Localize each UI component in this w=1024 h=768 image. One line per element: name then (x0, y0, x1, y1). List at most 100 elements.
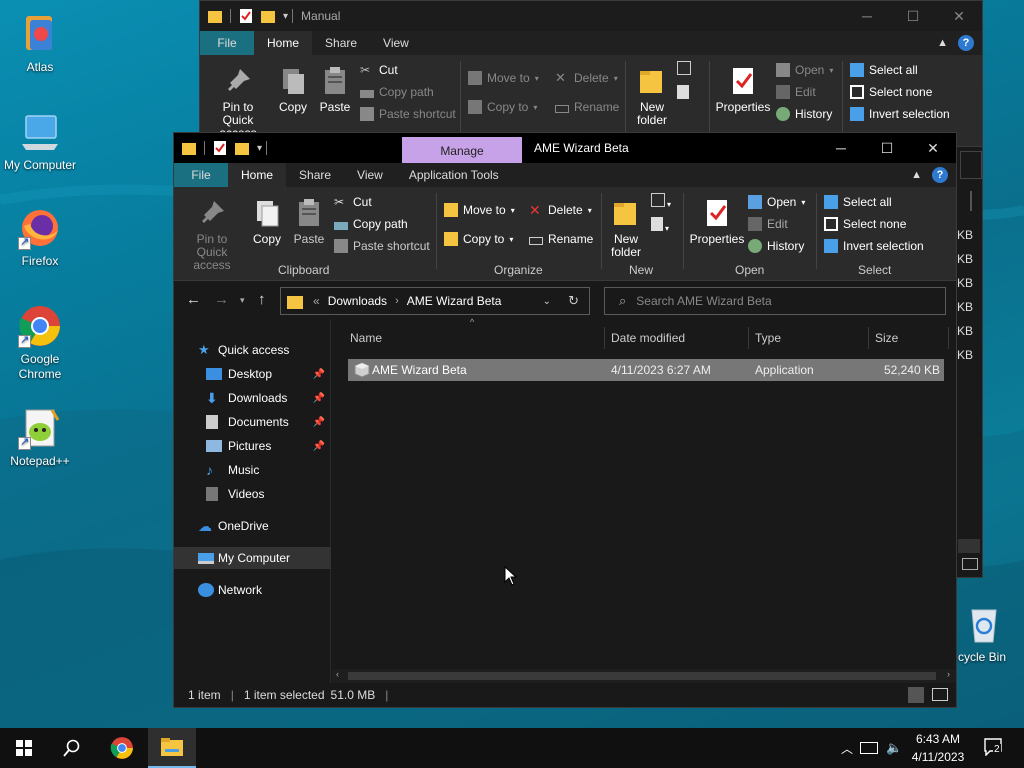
title-bar[interactable]: ▾ Manage AME Wizard Beta ─ ☐ ✕ (174, 133, 956, 163)
tab-manage[interactable]: Manage (402, 137, 522, 163)
desktop-icon-firefox[interactable]: Firefox (0, 206, 80, 268)
address-dropdown-icon[interactable]: ⌄ (543, 296, 551, 307)
minimize-button[interactable]: ─ (844, 1, 890, 31)
recent-dropdown-icon[interactable]: ▾ (240, 295, 245, 306)
title-bar[interactable]: ▾ Manual ─ ☐ ✕ (200, 1, 982, 31)
open-button[interactable]: Open ▾ (776, 61, 833, 79)
paste-button[interactable]: Paste (318, 65, 352, 114)
minimize-button[interactable]: ─ (818, 133, 864, 163)
show-hidden-icons-icon[interactable]: ︿ (838, 740, 856, 757)
delete-button[interactable]: ✕ Delete ▾ (529, 201, 592, 219)
cut-button[interactable]: ✂ Cut (334, 193, 372, 211)
search-button[interactable] (48, 728, 96, 768)
taskbar-chrome[interactable] (98, 728, 146, 768)
maximize-button[interactable]: ☐ (890, 1, 936, 31)
desktop-icon-notepadpp[interactable]: Notepad++ (0, 406, 80, 468)
up-arrow-icon[interactable]: ↑ (258, 291, 266, 308)
open-button[interactable]: Open ▾ (748, 193, 805, 211)
back-hscroll[interactable] (958, 539, 980, 553)
select-all-button[interactable]: Select all (850, 61, 918, 79)
move-to-button[interactable]: Move to ▾ (468, 69, 539, 87)
nav-music[interactable]: ♪ Music (174, 459, 331, 481)
column-header-type[interactable]: Type (755, 327, 781, 349)
desktop-icon-my-computer[interactable]: My Computer (0, 110, 80, 172)
invert-selection-button[interactable]: Invert selection (850, 105, 950, 123)
close-button[interactable]: ✕ (910, 133, 956, 163)
tab-home[interactable]: Home (254, 31, 313, 55)
explorer-window-ame-wizard[interactable]: ▾ Manage AME Wizard Beta ─ ☐ ✕ File Home… (173, 132, 957, 708)
breadcrumb-overflow[interactable]: « (313, 294, 320, 308)
paste-button[interactable]: Paste (292, 197, 326, 246)
network-icon[interactable] (860, 742, 878, 754)
forward-arrow-icon[interactable]: → (214, 291, 229, 308)
copy-path-button[interactable]: Copy path (360, 83, 434, 101)
delete-button[interactable]: ✕ Delete ▾ (555, 69, 618, 87)
nav-videos[interactable]: Videos (174, 483, 331, 505)
pin-quick-access-button[interactable]: Pin to Quick access (206, 65, 270, 140)
nav-pictures[interactable]: Pictures 📌 (174, 435, 331, 457)
collapse-ribbon-icon[interactable]: ▲ (937, 37, 948, 49)
help-icon[interactable]: ? (932, 167, 948, 183)
select-none-button[interactable]: Select none (850, 83, 932, 101)
new-folder-button[interactable]: New folder (606, 197, 646, 259)
tab-file[interactable]: File (174, 163, 228, 187)
new-item-button[interactable]: ▾ (651, 193, 671, 210)
tab-view[interactable]: View (344, 163, 396, 187)
tab-application-tools[interactable]: Application Tools (395, 163, 512, 187)
new-folder-qa-icon[interactable] (261, 8, 275, 24)
copy-to-button[interactable]: Copy to ▾ (444, 230, 513, 248)
address-field[interactable]: « Downloads › AME Wizard Beta ⌄ ↻ (280, 287, 590, 315)
horizontal-scrollbar[interactable]: ‹ › (332, 669, 956, 683)
pin-quick-access-button[interactable]: Pin to Quick access (180, 197, 244, 272)
rename-button[interactable]: Rename (555, 98, 619, 116)
collapse-ribbon-icon[interactable]: ▲ (911, 169, 922, 181)
rename-button[interactable]: Rename (529, 230, 593, 248)
invert-selection-button[interactable]: Invert selection (824, 237, 924, 255)
tab-view[interactable]: View (370, 31, 422, 55)
column-header-size[interactable]: Size (875, 327, 898, 349)
copy-path-button[interactable]: Copy path (334, 215, 408, 233)
move-to-button[interactable]: Move to ▾ (444, 201, 515, 219)
edit-button[interactable]: Edit (748, 215, 788, 233)
search-box[interactable]: ⌕ Search AME Wizard Beta (604, 287, 946, 315)
select-none-button[interactable]: Select none (824, 215, 906, 233)
maximize-button[interactable]: ☐ (864, 133, 910, 163)
breadcrumb-separator-icon[interactable]: › (395, 295, 399, 307)
column-header-date[interactable]: Date modified (611, 327, 685, 349)
copy-button[interactable]: Copy (250, 197, 284, 246)
properties-button[interactable]: Properties (689, 197, 745, 246)
nav-my-computer[interactable]: My Computer (174, 547, 331, 569)
properties-qa-icon[interactable] (239, 8, 253, 24)
qa-dropdown-icon[interactable]: ▾ (257, 143, 262, 154)
tab-share[interactable]: Share (312, 31, 370, 55)
edit-button[interactable]: Edit (776, 83, 816, 101)
breadcrumb-ame-wizard-beta[interactable]: AME Wizard Beta (407, 294, 502, 308)
properties-qa-icon[interactable] (213, 140, 227, 156)
new-folder-qa-icon[interactable] (235, 140, 249, 156)
help-icon[interactable]: ? (958, 35, 974, 51)
paste-shortcut-button[interactable]: Paste shortcut (334, 237, 430, 255)
column-header-name[interactable]: Name (350, 327, 382, 349)
nav-desktop[interactable]: Desktop 📌 (174, 363, 331, 385)
properties-button[interactable]: Properties (715, 65, 771, 114)
select-all-button[interactable]: Select all (824, 193, 892, 211)
new-folder-button[interactable]: New folder (632, 65, 672, 127)
clock[interactable]: 6:43 AM 4/11/2023 (900, 730, 976, 766)
close-button[interactable]: ✕ (936, 1, 982, 31)
copy-to-button[interactable]: Copy to ▾ (468, 98, 537, 116)
qa-dropdown-icon[interactable]: ▾ (283, 11, 288, 22)
nav-network[interactable]: Network (174, 579, 331, 601)
details-view-icon[interactable] (908, 687, 924, 703)
tab-file[interactable]: File (200, 31, 254, 55)
nav-onedrive[interactable]: ☁ OneDrive (174, 515, 331, 537)
nav-documents[interactable]: Documents 📌 (174, 411, 331, 433)
refresh-icon[interactable]: ↻ (568, 293, 579, 309)
desktop-icon-chrome[interactable]: Google Chrome (0, 304, 80, 382)
paste-shortcut-button[interactable]: Paste shortcut (360, 105, 456, 123)
scroll-left-icon[interactable]: ‹ (336, 669, 339, 679)
easy-access-button[interactable] (677, 85, 689, 102)
nav-downloads[interactable]: ⬇ Downloads 📌 (174, 387, 331, 409)
tab-share[interactable]: Share (286, 163, 344, 187)
breadcrumb-downloads[interactable]: Downloads (328, 294, 387, 308)
back-scroll-thumb[interactable] (970, 191, 972, 211)
